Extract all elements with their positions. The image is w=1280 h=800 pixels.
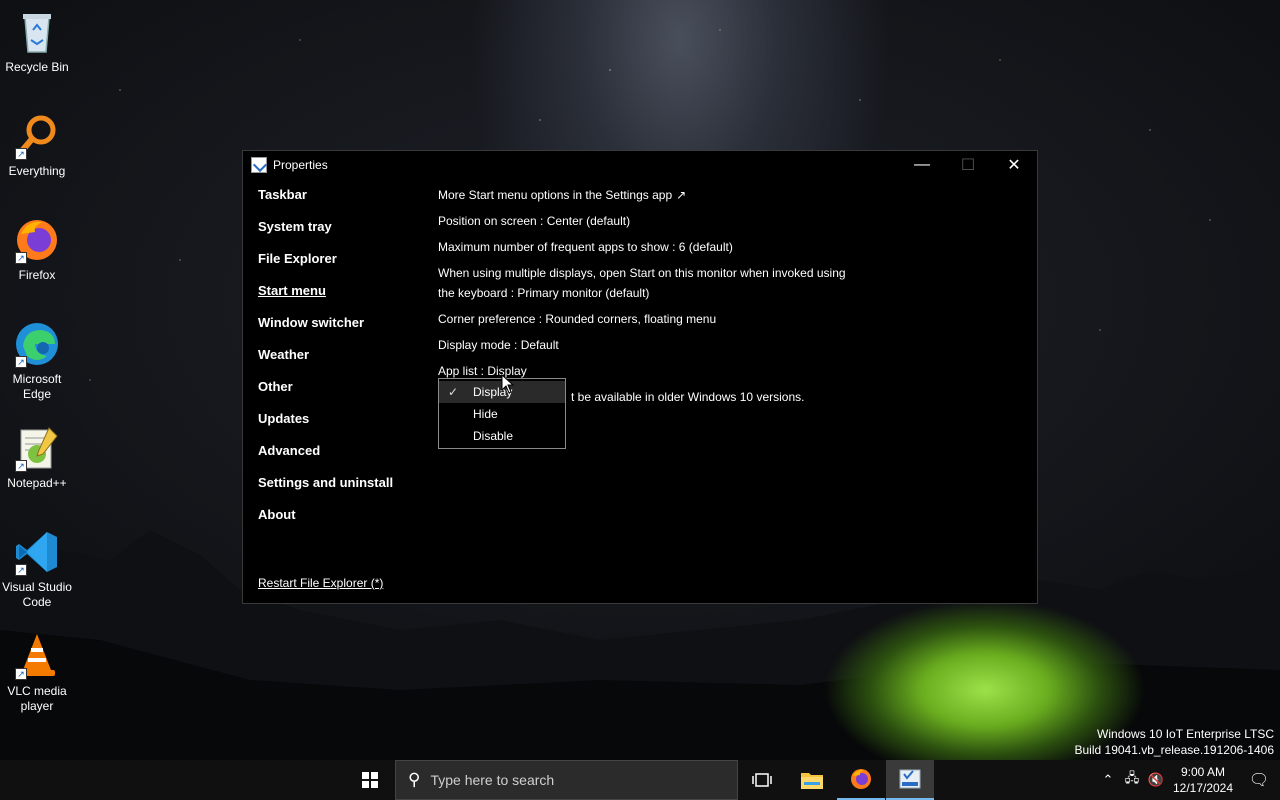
properties-window: Properties — ☐ ✕ Taskbar System tray Fil… bbox=[242, 150, 1038, 604]
title-bar[interactable]: Properties — ☐ ✕ bbox=[243, 151, 1037, 179]
restart-file-explorer-link[interactable]: Restart File Explorer (*) bbox=[258, 576, 383, 590]
setting-display-mode[interactable]: Display mode : Default bbox=[438, 335, 878, 355]
build-edition: Windows 10 IoT Enterprise LTSC bbox=[1097, 727, 1274, 741]
dropdown-option-label: Disable bbox=[473, 429, 514, 443]
desktop-icon-label: Notepad++ bbox=[7, 476, 67, 490]
desktop-icon-vscode[interactable]: ↗ Visual Studio Code bbox=[0, 528, 74, 610]
shortcut-arrow-icon: ↗ bbox=[15, 252, 27, 264]
dropdown-option-hide[interactable]: Hide bbox=[439, 403, 565, 425]
volume-muted-icon[interactable]: 🔇 bbox=[1144, 772, 1168, 788]
start-button[interactable] bbox=[350, 760, 390, 800]
desktop-icon-recycle-bin[interactable]: Recycle Bin bbox=[0, 8, 74, 75]
setting-multi-display-monitor[interactable]: When using multiple displays, open Start… bbox=[438, 263, 858, 303]
taskbar-firefox[interactable] bbox=[837, 760, 885, 800]
desktop-icon-label: Everything bbox=[8, 164, 66, 178]
shortcut-arrow-icon: ↗ bbox=[15, 356, 27, 368]
properties-app-icon bbox=[899, 769, 921, 789]
sidebar-nav: Taskbar System tray File Explorer Start … bbox=[258, 187, 428, 539]
everything-search-icon: ↗ bbox=[13, 112, 61, 160]
windows-logo-icon bbox=[362, 772, 378, 788]
search-placeholder: Type here to search bbox=[430, 772, 555, 788]
task-view-icon bbox=[752, 773, 772, 787]
setting-corner-preference[interactable]: Corner preference : Rounded corners, flo… bbox=[438, 309, 878, 329]
task-view-button[interactable] bbox=[738, 760, 786, 800]
sidebar-item-system-tray[interactable]: System tray bbox=[258, 219, 428, 251]
edge-icon: ↗ bbox=[13, 320, 61, 368]
folder-icon bbox=[801, 773, 823, 789]
sidebar-item-window-switcher[interactable]: Window switcher bbox=[258, 315, 428, 347]
shortcut-arrow-icon: ↗ bbox=[15, 668, 27, 680]
sidebar-item-start-menu[interactable]: Start menu bbox=[258, 283, 428, 315]
shortcut-arrow-icon: ↗ bbox=[15, 460, 27, 472]
setting-position-on-screen[interactable]: Position on screen : Center (default) bbox=[438, 211, 878, 231]
taskbar: ⚲ Type here to search ⌃ 🖧 🔇 9:00 AM 12/1… bbox=[0, 760, 1280, 800]
shortcut-arrow-icon: ↗ bbox=[15, 148, 27, 160]
firefox-icon bbox=[851, 769, 871, 789]
shortcut-arrow-icon: ↗ bbox=[15, 564, 27, 576]
sidebar-item-weather[interactable]: Weather bbox=[258, 347, 428, 379]
dropdown-option-disable[interactable]: Disable bbox=[439, 425, 565, 447]
desktop-icon-label: VLC media player bbox=[7, 684, 67, 713]
sidebar-item-settings-and-uninstall[interactable]: Settings and uninstall bbox=[258, 475, 428, 507]
app-checkbox-icon bbox=[251, 157, 267, 173]
checkmark-icon: ✓ bbox=[448, 385, 459, 399]
desktop-icon-label: Microsoft Edge bbox=[12, 372, 62, 401]
taskbar-search-box[interactable]: ⚲ Type here to search bbox=[395, 760, 738, 800]
dropdown-option-label: Hide bbox=[473, 407, 498, 421]
network-icon[interactable]: 🖧 bbox=[1120, 769, 1144, 791]
more-options-label: More Start menu options in the Settings … bbox=[438, 188, 673, 202]
desktop-icon-everything[interactable]: ↗ Everything bbox=[0, 112, 74, 179]
desktop-icon-label: Firefox bbox=[18, 268, 56, 282]
sidebar-item-taskbar[interactable]: Taskbar bbox=[258, 187, 428, 219]
setting-more-options-link[interactable]: More Start menu options in the Settings … bbox=[438, 185, 878, 205]
desktop-icon-label: Recycle Bin bbox=[5, 60, 69, 74]
mouse-cursor-icon bbox=[501, 374, 515, 394]
maximize-button[interactable]: ☐ bbox=[945, 151, 991, 179]
desktop-icon-vlc[interactable]: ↗ VLC media player bbox=[0, 632, 74, 714]
partial-note-text: t be available in older Windows 10 versi… bbox=[571, 390, 805, 404]
taskbar-file-explorer[interactable] bbox=[788, 760, 836, 800]
system-tray: ⌃ 🖧 🔇 9:00 AM 12/17/2024 🗨 bbox=[1096, 760, 1280, 800]
desktop-icon-edge[interactable]: ↗ Microsoft Edge bbox=[0, 320, 74, 402]
search-icon: ⚲ bbox=[408, 770, 421, 789]
windows-build-watermark: Windows 10 IoT Enterprise LTSC Build 190… bbox=[1075, 726, 1275, 758]
action-center-icon[interactable]: 🗨 bbox=[1238, 770, 1280, 790]
window-title: Properties bbox=[273, 158, 328, 172]
desktop-icon-firefox[interactable]: ↗ Firefox bbox=[0, 216, 74, 283]
clock-date: 12/17/2024 bbox=[1172, 781, 1234, 795]
sidebar-item-about[interactable]: About bbox=[258, 507, 428, 539]
desktop-icon-label: Visual Studio Code bbox=[2, 580, 72, 609]
external-link-icon: ↗ bbox=[676, 188, 687, 202]
vlc-icon: ↗ bbox=[13, 632, 61, 680]
sidebar-item-updates[interactable]: Updates bbox=[258, 411, 428, 443]
sidebar-item-file-explorer[interactable]: File Explorer bbox=[258, 251, 428, 283]
firefox-icon: ↗ bbox=[13, 216, 61, 264]
setting-max-frequent-apps[interactable]: Maximum number of frequent apps to show … bbox=[438, 237, 878, 257]
notepadpp-icon: ↗ bbox=[13, 424, 61, 472]
clock-time: 9:00 AM bbox=[1180, 765, 1226, 779]
sidebar-item-advanced[interactable]: Advanced bbox=[258, 443, 428, 475]
build-number: Build 19041.vb_release.191206-1406 bbox=[1074, 743, 1275, 757]
close-button[interactable]: ✕ bbox=[991, 151, 1037, 179]
vscode-icon: ↗ bbox=[13, 528, 61, 576]
minimize-button[interactable]: — bbox=[899, 151, 945, 179]
taskbar-clock[interactable]: 9:00 AM 12/17/2024 bbox=[1168, 764, 1238, 796]
sidebar-item-other[interactable]: Other bbox=[258, 379, 428, 411]
desktop-icon-notepadpp[interactable]: ↗ Notepad++ bbox=[0, 424, 74, 491]
show-hidden-icons-chevron-icon[interactable]: ⌃ bbox=[1096, 772, 1120, 788]
recycle-bin-icon bbox=[13, 8, 61, 56]
taskbar-properties-app[interactable] bbox=[886, 760, 934, 800]
